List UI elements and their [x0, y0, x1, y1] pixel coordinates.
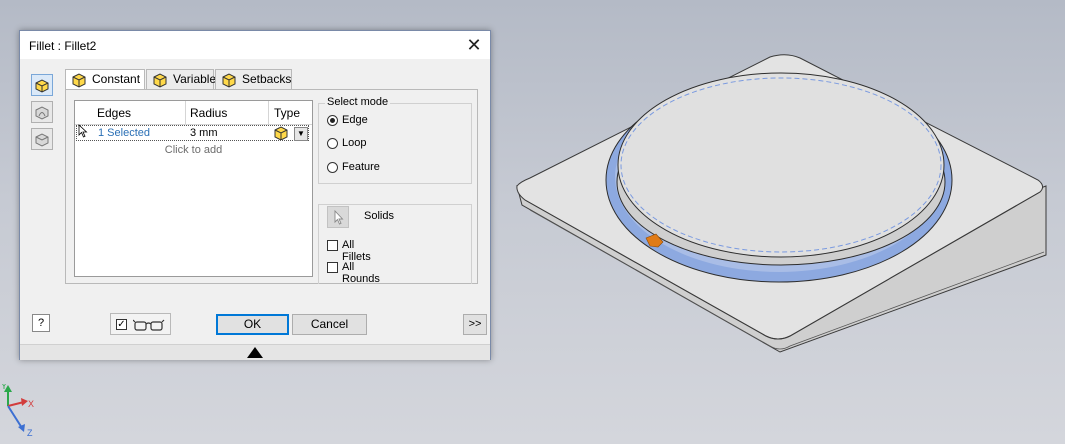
- select-mode-group: Select mode Edge Loop Feature: [318, 96, 472, 184]
- more-options-button[interactable]: >>: [463, 314, 487, 335]
- type-dropdown-button[interactable]: ▼: [294, 127, 308, 141]
- tab-setbacks-label: Setbacks: [242, 72, 292, 86]
- tab-variable[interactable]: Variable: [146, 69, 217, 89]
- axis-x-label: X: [28, 399, 34, 409]
- col-radius[interactable]: Radius: [190, 106, 227, 120]
- tab-constant-label: Constant: [92, 72, 141, 86]
- radio-feature-label[interactable]: Feature: [342, 161, 380, 173]
- preview-checkbox[interactable]: ✓: [116, 319, 127, 330]
- glasses-preview-icon: [133, 319, 165, 331]
- all-rounds-label[interactable]: All Rounds: [342, 261, 380, 285]
- select-solid-icon: [334, 209, 344, 225]
- constant-fillet-icon: [72, 73, 86, 88]
- axis-y-label: Y: [1, 384, 7, 391]
- axis-triad: Y X Z: [1, 384, 34, 438]
- preview-toggle[interactable]: ✓: [110, 313, 171, 335]
- fillet-full-round-mode-button[interactable]: [31, 128, 53, 150]
- click-to-add-row[interactable]: Click to add: [75, 144, 312, 156]
- help-button[interactable]: ?: [32, 314, 50, 332]
- grid-header: Edges Radius Type: [75, 101, 312, 125]
- cancel-button[interactable]: Cancel: [292, 314, 367, 335]
- radio-feature-button[interactable]: [327, 162, 338, 173]
- dialog-bottom-strip: [20, 344, 490, 360]
- fillet-face-icon: [35, 106, 49, 120]
- all-rounds-box[interactable]: [327, 262, 338, 273]
- dialog-title: Fillet : Fillet2: [29, 39, 97, 53]
- expand-grip-icon[interactable]: [247, 347, 263, 358]
- dialog-titlebar[interactable]: Fillet : Fillet2 ✕: [20, 31, 490, 59]
- all-fillets-label[interactable]: All Fillets: [342, 239, 371, 263]
- tab-constant[interactable]: Constant: [65, 69, 145, 90]
- radio-edge-button[interactable]: [327, 115, 338, 126]
- fillet-edge-icon: [35, 79, 49, 93]
- solids-group: Solids All Fillets All Rounds: [318, 204, 472, 285]
- col-type[interactable]: Type: [274, 106, 300, 120]
- fillet-edge-mode-button[interactable]: [31, 74, 53, 96]
- edges-cell[interactable]: 1 Selected: [98, 127, 150, 139]
- constant-tab-panel: Edges Radius Type 1 Selected 3 mm ▼ Clic…: [65, 89, 478, 285]
- fillet-full-round-icon: [35, 133, 49, 147]
- variable-fillet-icon: [153, 73, 167, 88]
- radius-cell[interactable]: 3 mm: [190, 127, 218, 139]
- select-mode-label: Select mode: [325, 96, 391, 108]
- fillet-dialog: Fillet : Fillet2 ✕ Constant Variable Set…: [19, 30, 491, 360]
- ok-button[interactable]: OK: [216, 314, 289, 335]
- axis-z-label: Z: [27, 428, 33, 438]
- boss-top-face: [617, 72, 945, 258]
- solids-label: Solids: [364, 210, 394, 222]
- col-edges[interactable]: Edges: [97, 106, 131, 120]
- radio-edge-label[interactable]: Edge: [342, 114, 368, 126]
- fillet-face-mode-button[interactable]: [31, 101, 53, 123]
- tab-setbacks[interactable]: Setbacks: [215, 69, 292, 89]
- close-button[interactable]: ✕: [462, 34, 486, 56]
- tab-variable-label: Variable: [173, 72, 217, 86]
- fillet-type-icon[interactable]: [273, 126, 289, 140]
- radio-loop-label[interactable]: Loop: [342, 137, 366, 149]
- all-fillets-box[interactable]: [327, 240, 338, 251]
- edges-grid[interactable]: Edges Radius Type 1 Selected 3 mm ▼ Clic…: [74, 100, 313, 277]
- setbacks-fillet-icon: [222, 73, 236, 88]
- radio-loop-button[interactable]: [327, 138, 338, 149]
- table-row[interactable]: 1 Selected 3 mm ▼: [76, 125, 309, 141]
- select-solid-button[interactable]: [327, 206, 349, 228]
- part-model[interactable]: [516, 54, 1047, 353]
